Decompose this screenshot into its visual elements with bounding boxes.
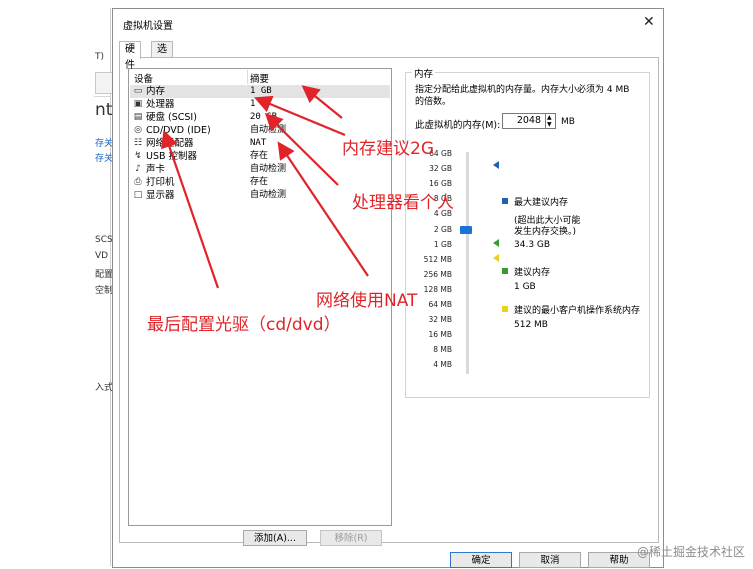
annotation-cpu: 处理器看个人 bbox=[352, 193, 454, 213]
cd-arrow bbox=[160, 129, 220, 289]
tab-hardware[interactable]: 硬件 bbox=[119, 41, 141, 71]
annotation-memory: 内存建议2G bbox=[342, 139, 434, 159]
cpu-arrow-a bbox=[253, 95, 346, 137]
annotation-arrow-group bbox=[160, 85, 369, 289]
watermark: @稀土掘金技术社区 bbox=[636, 545, 745, 559]
annotation-cd: 最后配置光驱（cd/dvd） bbox=[147, 315, 341, 335]
cpu-arrow-b bbox=[264, 112, 339, 186]
memory-arrow bbox=[301, 85, 343, 119]
annotation-arrows bbox=[160, 85, 369, 289]
annotation-network: 网络使用NAT bbox=[316, 291, 418, 311]
